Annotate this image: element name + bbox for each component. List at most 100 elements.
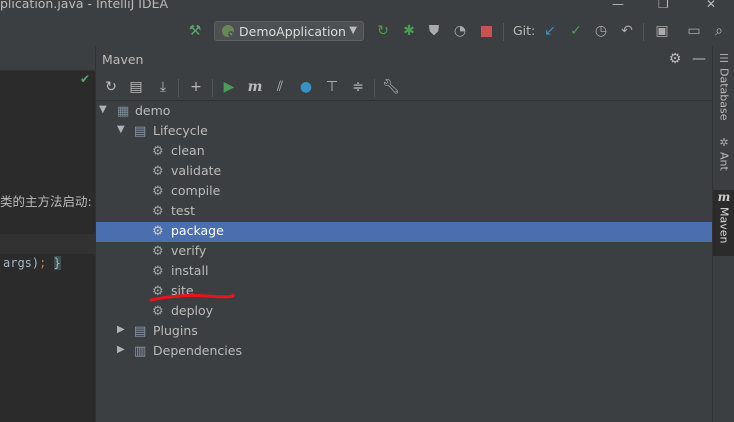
- profiler-icon[interactable]: ◔: [450, 21, 470, 41]
- phase-label: validate: [171, 163, 222, 178]
- build-hammer-icon[interactable]: ⚒: [185, 21, 205, 41]
- sidebar-tab-maven[interactable]: m Maven: [713, 190, 734, 256]
- lifecycle-phase-package[interactable]: ⚙ package: [96, 222, 713, 242]
- gear-icon: ⚙: [152, 224, 164, 239]
- gear-icon: ⚙: [152, 144, 164, 159]
- git-commit-icon[interactable]: ✓: [566, 21, 586, 41]
- inspection-ok-icon: ✔: [80, 72, 91, 86]
- collapse-arrow-icon[interactable]: ▶: [117, 324, 125, 335]
- maven-tool-window: Maven ⚙ — ↻ ▤ ⤓ + ▶ m ⫽ ● ⊤ ≑ 🔧︎ ▼ ▦ dem…: [95, 46, 713, 422]
- lifecycle-folder-icon: ▤: [134, 124, 147, 139]
- project-structure-icon[interactable]: ▣: [652, 21, 672, 41]
- editor-area[interactable]: ✔ 类的主方法启动: args); }: [0, 46, 95, 422]
- stop-icon[interactable]: [476, 21, 496, 41]
- sidebar-tab-label: Ant: [717, 152, 731, 171]
- tree-node-dependencies[interactable]: ▶ ▥ Dependencies: [96, 342, 713, 362]
- gear-icon: ⚙: [152, 184, 164, 199]
- gear-icon: ⚙: [152, 304, 164, 319]
- annotation-underline: [149, 293, 235, 302]
- git-rollback-icon[interactable]: ↶: [617, 21, 637, 41]
- collapse-all-icon[interactable]: ≑: [347, 76, 369, 98]
- presentation-icon[interactable]: ▭: [684, 21, 704, 41]
- maven-settings-wrench-icon[interactable]: 🔧︎: [380, 76, 402, 98]
- phase-label: verify: [171, 243, 207, 258]
- hide-panel-icon[interactable]: —: [688, 48, 710, 70]
- current-line-highlight: [0, 234, 95, 254]
- expand-arrow-icon[interactable]: ▼: [99, 104, 107, 115]
- toggle-offline-icon[interactable]: ⫽: [269, 76, 291, 98]
- minimize-icon[interactable]: —: [612, 0, 624, 11]
- database-icon: ☰: [719, 52, 729, 65]
- window-title: plication.java - IntelliJ IDEA: [0, 0, 169, 11]
- run-maven-build-icon[interactable]: ▶: [218, 76, 240, 98]
- tree-label-dependencies: Dependencies: [153, 343, 242, 358]
- lifecycle-phase-validate[interactable]: ⚙ validate: [96, 162, 713, 182]
- close-icon[interactable]: ✕: [706, 0, 716, 11]
- git-label: Git:: [513, 23, 536, 38]
- gear-icon: ⚙: [152, 164, 164, 179]
- title-bar: plication.java - IntelliJ IDEA — ❐ ✕: [0, 0, 734, 18]
- tree-node-demo[interactable]: ▼ ▦ demo: [96, 102, 713, 122]
- debug-bug-icon[interactable]: ✱: [399, 21, 419, 41]
- maven-project-icon: ▦: [117, 104, 130, 119]
- code-args: args): [3, 256, 40, 270]
- chevron-down-icon: ▼: [349, 25, 357, 36]
- rerun-icon[interactable]: ↻: [373, 21, 393, 41]
- gear-icon: ⚙: [152, 244, 164, 259]
- tree-node-plugins[interactable]: ▶ ▤ Plugins: [96, 322, 713, 342]
- run-configuration-selector[interactable]: DemoApplication ▼: [214, 21, 364, 41]
- generate-sources-icon[interactable]: ▤: [125, 76, 147, 98]
- maven-toolbar: ↻ ▤ ⤓ + ▶ m ⫽ ● ⊤ ≑ 🔧︎: [96, 74, 713, 101]
- sidebar-tab-database[interactable]: ☰ Database: [713, 52, 734, 121]
- main-toolbar: ⚒ DemoApplication ▼ ↻ ✱ ⛊ ◔ Git: ↙ ✓ ◷ ↶…: [0, 18, 734, 46]
- search-icon[interactable]: ⌕: [709, 21, 729, 41]
- lifecycle-phase-install[interactable]: ⚙ install: [96, 262, 713, 282]
- editor-comment-text: 类的主方法启动:: [0, 194, 92, 209]
- maven-icon: m: [717, 190, 731, 204]
- execute-maven-goal-icon[interactable]: m: [244, 76, 266, 98]
- maximize-icon[interactable]: ❐: [658, 0, 669, 11]
- show-dependencies-icon[interactable]: ⊤: [321, 76, 343, 98]
- skip-tests-icon[interactable]: ●: [295, 76, 317, 98]
- tree-node-lifecycle[interactable]: ▼ ▤ Lifecycle: [96, 122, 713, 142]
- reimport-icon[interactable]: ↻: [100, 76, 122, 98]
- lifecycle-phase-test[interactable]: ⚙ test: [96, 202, 713, 222]
- tree-label-lifecycle: Lifecycle: [153, 123, 208, 138]
- run-configuration-label: DemoApplication: [239, 23, 346, 39]
- spring-boot-icon: [222, 25, 234, 37]
- right-tool-sidebar: ☰ Database ✲ Ant m Maven: [712, 46, 734, 422]
- git-history-icon[interactable]: ◷: [591, 21, 611, 41]
- settings-gear-icon[interactable]: ⚙: [664, 48, 686, 70]
- tree-label-demo: demo: [135, 103, 171, 118]
- phase-label: clean: [171, 143, 205, 158]
- lifecycle-phase-compile[interactable]: ⚙ compile: [96, 182, 713, 202]
- toolbar-separator: [643, 23, 644, 41]
- lifecycle-phase-deploy[interactable]: ⚙ deploy: [96, 302, 713, 322]
- collapse-arrow-icon[interactable]: ▶: [117, 344, 125, 355]
- expand-arrow-icon[interactable]: ▼: [117, 124, 125, 135]
- phase-label: deploy: [171, 303, 214, 318]
- git-update-icon[interactable]: ↙: [540, 21, 560, 41]
- toolbar-separator: [503, 23, 504, 41]
- toolbar-separator: [178, 79, 179, 97]
- sidebar-tab-ant[interactable]: ✲ Ant: [713, 136, 734, 171]
- sidebar-tab-label: Maven: [717, 207, 731, 244]
- add-project-icon[interactable]: +: [185, 76, 207, 98]
- phase-label: package: [171, 223, 224, 238]
- maven-panel-title: Maven: [102, 52, 144, 67]
- code-semicolon: ;: [39, 256, 47, 270]
- dependencies-folder-icon: ▥: [134, 344, 147, 359]
- plugins-folder-icon: ▤: [134, 324, 147, 339]
- coverage-shield-icon[interactable]: ⛊: [424, 21, 444, 41]
- phase-label: compile: [171, 183, 221, 198]
- gear-icon: ⚙: [152, 264, 164, 279]
- lifecycle-phase-verify[interactable]: ⚙ verify: [96, 242, 713, 262]
- phase-label: install: [171, 263, 209, 278]
- lifecycle-phase-clean[interactable]: ⚙ clean: [96, 142, 713, 162]
- editor-tab-bar: [0, 46, 95, 71]
- toolbar-separator: [212, 79, 213, 97]
- download-sources-icon[interactable]: ⤓: [152, 76, 174, 98]
- editor-code-line: args); }: [3, 256, 61, 270]
- code-brace: }: [53, 256, 61, 270]
- tree-label-plugins: Plugins: [153, 323, 198, 338]
